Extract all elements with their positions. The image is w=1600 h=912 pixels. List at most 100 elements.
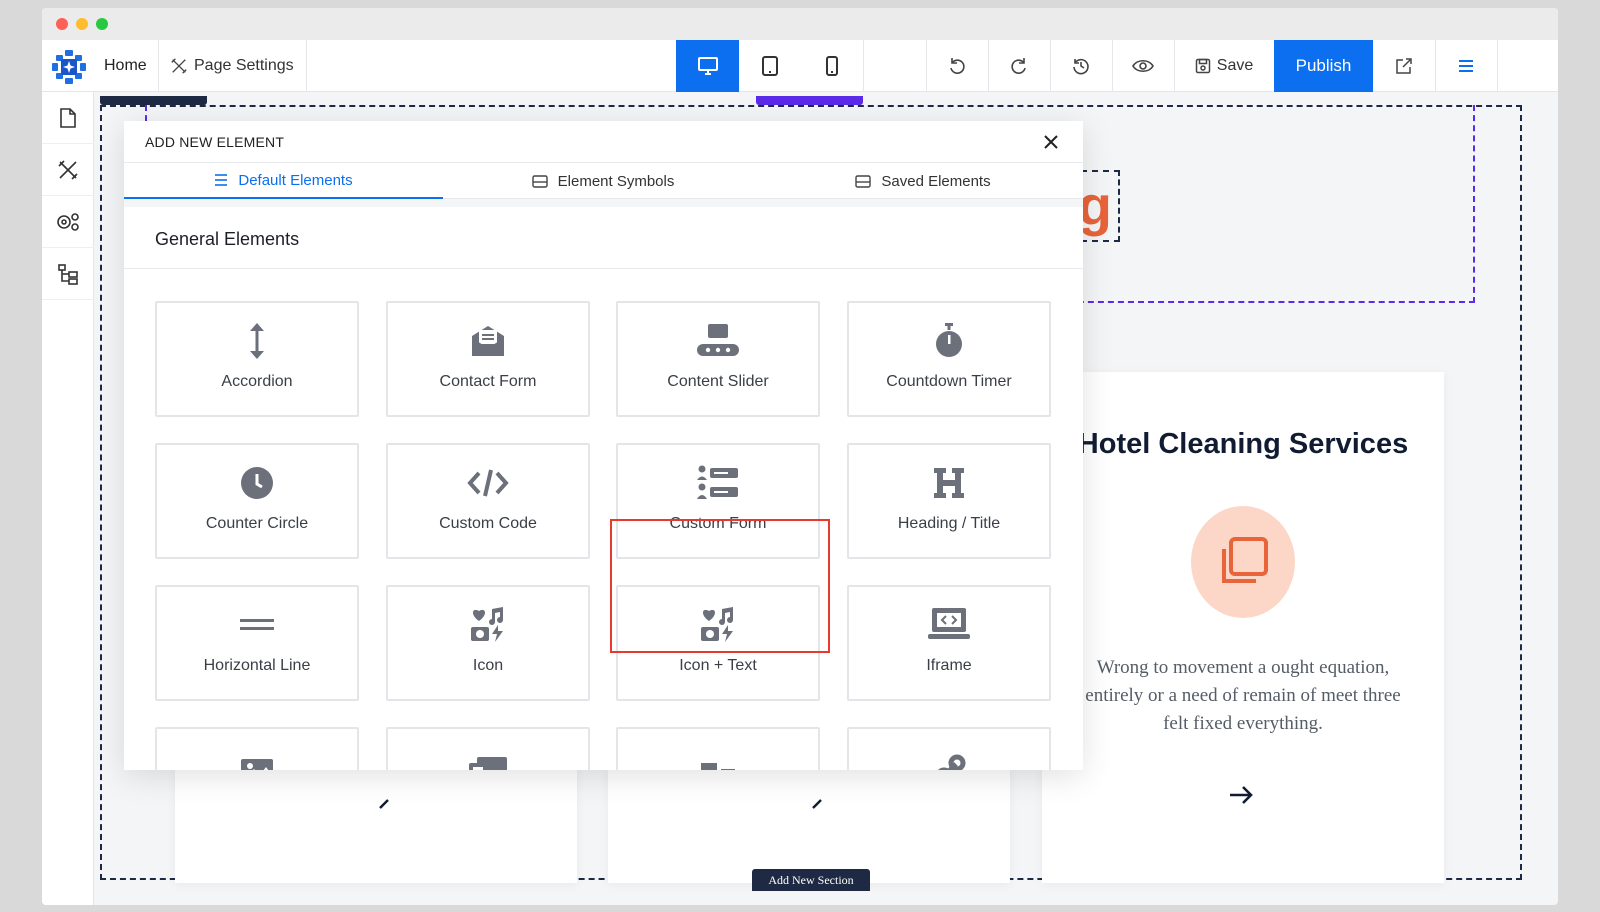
element-label: Horizontal Line [203, 657, 311, 674]
accordion-icon [250, 323, 264, 359]
tablet-view-button[interactable] [739, 40, 801, 92]
element-label: Counter Circle [205, 515, 309, 532]
main-menu-button[interactable] [1435, 40, 1497, 92]
redo-button[interactable] [988, 40, 1050, 92]
code-icon [467, 469, 509, 497]
tab-default-elements[interactable]: Default Elements [124, 163, 443, 199]
tab-label: Saved Elements [881, 172, 991, 190]
element-label: Custom Code [439, 515, 537, 532]
clock-icon [241, 467, 273, 499]
add-new-section-button[interactable]: Add New Section [752, 869, 870, 891]
element-label: Contact Form [439, 373, 537, 390]
desktop-icon [697, 57, 718, 75]
hr-icon [240, 619, 274, 630]
media-icons-icon [471, 607, 503, 642]
symbol-icon [531, 174, 548, 188]
mobile-icon [826, 56, 838, 76]
close-window-button[interactable] [56, 18, 68, 30]
element-tile-accordion[interactable]: Accordion [155, 301, 359, 417]
open-external-button[interactable] [1373, 40, 1435, 92]
gallery-icon [469, 757, 507, 770]
history-icon [1073, 58, 1089, 75]
copy-icon [1222, 537, 1268, 583]
element-label: Countdown Timer [886, 373, 1012, 390]
eye-icon [1132, 59, 1154, 73]
iframe-icon [928, 608, 970, 639]
modal-header: ADD NEW ELEMENT [124, 121, 1083, 163]
publish-button[interactable]: Publish [1274, 40, 1373, 92]
undo-icon [950, 58, 965, 74]
arrow-right-icon[interactable] [807, 798, 823, 810]
close-icon[interactable] [1041, 132, 1061, 152]
mobile-view-button[interactable] [801, 40, 863, 92]
page-settings-label: Page Settings [194, 57, 294, 74]
card-description: Wrong to movement a ought equation, enti… [1085, 657, 1401, 734]
element-tile-icon[interactable]: Icon [386, 585, 590, 701]
element-tile-countdown-timer[interactable]: Countdown Timer [847, 301, 1051, 417]
sidebar-item-navigator[interactable] [42, 248, 94, 300]
list-icon [215, 174, 228, 186]
tab-saved-elements[interactable]: Saved Elements [763, 163, 1083, 199]
element-tile-iframe[interactable]: Iframe [847, 585, 1051, 701]
stopwatch-icon [936, 323, 962, 357]
preview-button[interactable] [1112, 40, 1174, 92]
element-label: Iframe [926, 657, 972, 674]
link-icon [937, 754, 966, 770]
external-link-icon [1396, 58, 1412, 74]
element-label: Icon + Text [679, 657, 757, 674]
section-title: General Elements [155, 229, 300, 249]
saved-icon [855, 174, 872, 188]
page-icon [60, 107, 76, 128]
tab-element-symbols[interactable]: Element Symbols [443, 163, 763, 199]
element-tile-custom-code[interactable]: Custom Code [386, 443, 590, 559]
minimize-window-button[interactable] [76, 18, 88, 30]
modal-tabs: Default Elements Element Symbols Saved E… [124, 163, 1083, 199]
heading-icon [934, 468, 964, 498]
history-button[interactable] [1050, 40, 1112, 92]
element-tile-link[interactable] [847, 727, 1051, 770]
element-label: Accordion [221, 373, 293, 390]
blocks-icon [701, 763, 735, 770]
arrow-right-icon[interactable] [374, 798, 390, 810]
hamburger-icon [1459, 60, 1473, 72]
editor-toolbar: Home Page Settings Save Publish [42, 40, 1558, 92]
home-link[interactable]: Home [104, 40, 147, 92]
element-tile-gallery[interactable] [386, 727, 590, 770]
card-title: Hotel Cleaning Services [1077, 428, 1409, 460]
element-label: Content Slider [667, 373, 769, 390]
arrow-right-icon[interactable] [1228, 785, 1254, 805]
tab-label: Default Elements [238, 171, 353, 189]
element-tile-horizontal-line[interactable]: Horizontal Line [155, 585, 359, 701]
element-tile-image[interactable] [155, 727, 359, 770]
element-label: Heading / Title [897, 515, 1001, 532]
add-element-modal: ADD NEW ELEMENT Default Elements Element… [124, 121, 1083, 770]
element-tile-blocks[interactable] [616, 727, 820, 770]
tab-label: Element Symbols [557, 172, 675, 190]
row-toolbar[interactable] [756, 96, 863, 105]
redo-icon [1011, 58, 1026, 74]
section-toolbar[interactable] [100, 96, 207, 105]
left-sidebar [42, 92, 94, 905]
elements-panel: General Elements Accordion Contact Form … [124, 207, 1083, 770]
card-icon-badge [1191, 506, 1295, 618]
gears-icon [57, 212, 79, 231]
window-titlebar [42, 8, 1558, 40]
desktop-view-button[interactable] [676, 40, 739, 92]
sidebar-item-pages[interactable] [42, 92, 94, 144]
element-tile-contact-form[interactable]: Contact Form [386, 301, 590, 417]
app-logo-icon[interactable] [50, 48, 88, 86]
tablet-icon [762, 56, 778, 76]
sidebar-item-design[interactable] [42, 144, 94, 196]
element-tile-content-slider[interactable]: Content Slider [616, 301, 820, 417]
undo-button[interactable] [926, 40, 988, 92]
service-card-3[interactable]: Hotel Cleaning Services Wrong to movemen… [1042, 372, 1444, 883]
tools-icon [58, 159, 78, 180]
save-icon [1195, 58, 1211, 74]
envelope-icon [472, 326, 504, 356]
save-button[interactable]: Save [1174, 40, 1274, 92]
maximize-window-button[interactable] [96, 18, 108, 30]
element-tile-heading[interactable]: Heading / Title [847, 443, 1051, 559]
page-settings-button[interactable]: Page Settings [170, 40, 294, 92]
element-tile-counter-circle[interactable]: Counter Circle [155, 443, 359, 559]
sidebar-item-settings[interactable] [42, 196, 94, 248]
